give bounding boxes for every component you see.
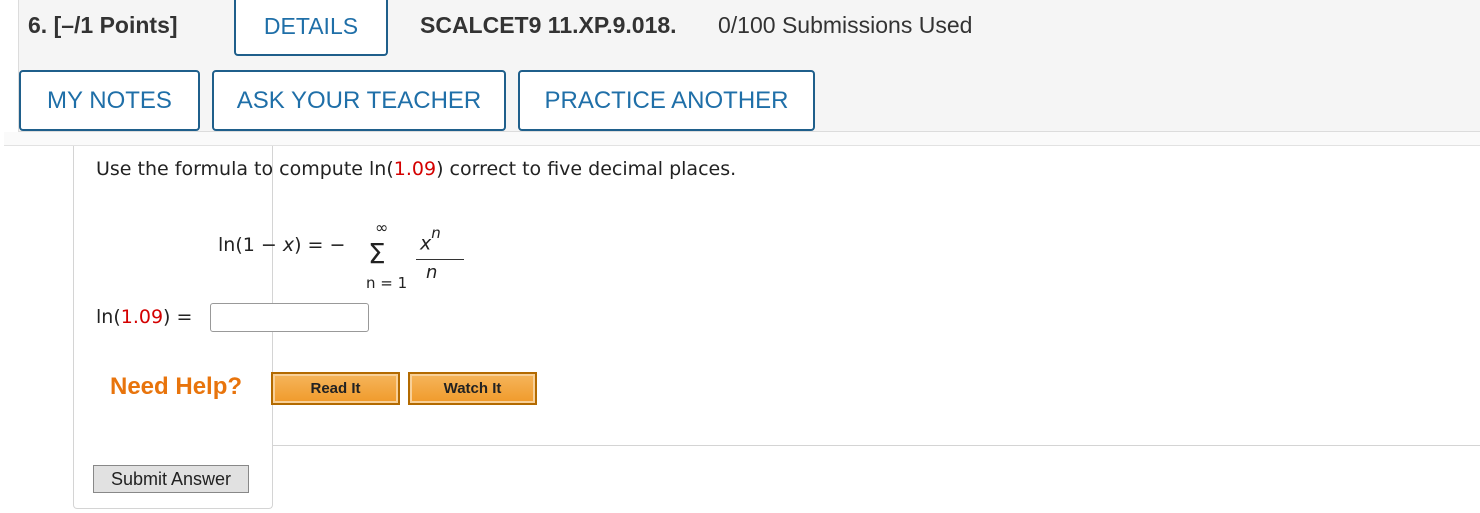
need-help-label: Need Help? bbox=[110, 373, 243, 400]
header-divider bbox=[4, 132, 1480, 146]
prompt-text-after: ) correct to five decimal places. bbox=[436, 158, 737, 180]
sum-lower-limit: n = 1 bbox=[366, 274, 408, 292]
my-notes-button[interactable]: MY NOTES bbox=[19, 70, 200, 131]
formula-lhs: ln(1 − x) = − bbox=[218, 234, 345, 256]
formula-lhs-var: x bbox=[282, 234, 295, 256]
submit-answer-button[interactable]: Submit Answer bbox=[93, 465, 249, 493]
prompt-value: 1.09 bbox=[393, 158, 437, 180]
answer-label-prefix: ln( bbox=[96, 306, 121, 328]
answer-input[interactable] bbox=[210, 303, 369, 332]
fraction-numerator: xn bbox=[420, 224, 441, 255]
assignment-code: SCALCET9 11.XP.9.018. bbox=[420, 12, 677, 38]
formula-lhs-suffix: ) = − bbox=[294, 234, 346, 256]
fraction-bar bbox=[416, 259, 464, 260]
sigma-icon: Σ bbox=[368, 237, 386, 270]
prompt-text-before: Use the formula to compute ln( bbox=[96, 158, 394, 180]
question-number: 6. [–/1 Points] bbox=[28, 12, 178, 38]
read-it-button[interactable]: Read It bbox=[271, 372, 400, 405]
sum-upper-limit: ∞ bbox=[375, 218, 389, 237]
fraction-denominator: n bbox=[426, 262, 438, 283]
submissions-count: 0/100 Submissions Used bbox=[718, 12, 973, 38]
numerator-exponent: n bbox=[431, 224, 441, 242]
ask-teacher-button[interactable]: ASK YOUR TEACHER bbox=[212, 70, 506, 131]
answer-label: ln(1.09) = bbox=[96, 306, 192, 328]
tab-details[interactable]: DETAILS bbox=[234, 0, 388, 56]
practice-another-button[interactable]: PRACTICE ANOTHER bbox=[518, 70, 815, 131]
watch-it-button[interactable]: Watch It bbox=[408, 372, 537, 405]
question-prompt: Use the formula to compute ln(1.09) corr… bbox=[96, 158, 736, 180]
answer-label-suffix: ) = bbox=[163, 306, 193, 328]
numerator-base: x bbox=[420, 232, 432, 255]
answer-label-value: 1.09 bbox=[120, 306, 164, 328]
panel-divider bbox=[272, 445, 1480, 446]
formula-lhs-prefix: ln(1 − bbox=[218, 234, 283, 256]
